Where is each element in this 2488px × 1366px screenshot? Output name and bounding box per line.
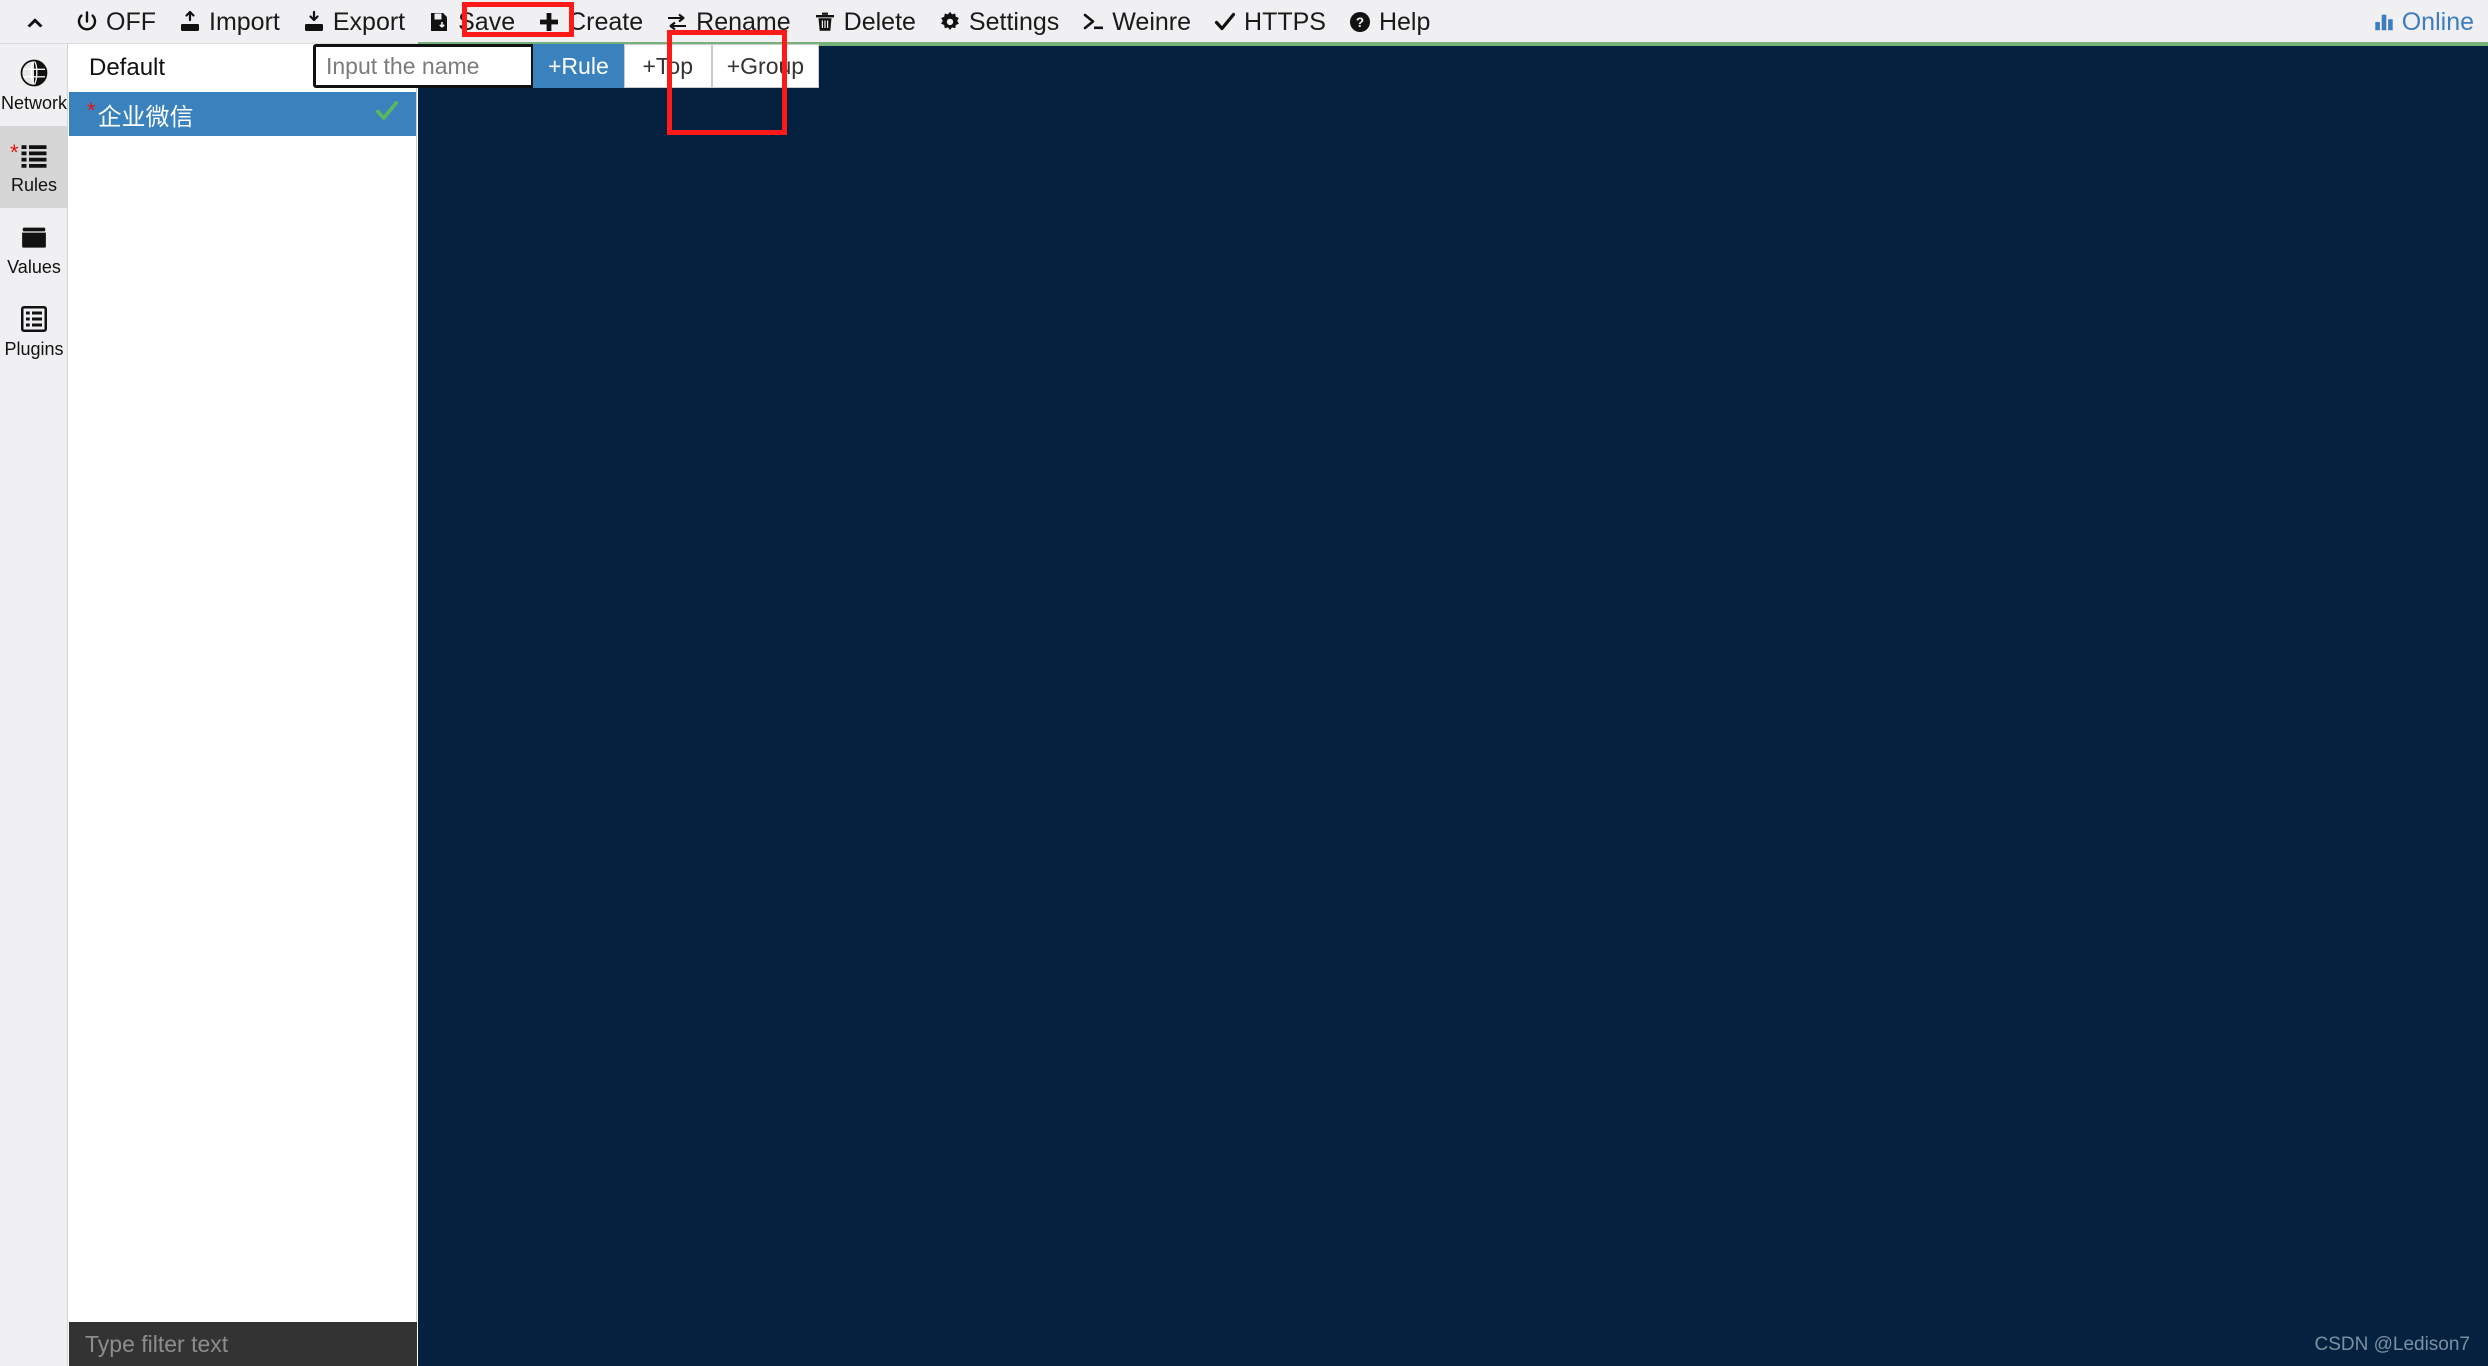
toolbar-label-weinre: Weinre [1112,8,1192,36]
chevron-up-icon [22,9,48,35]
sidebar-label-rules: Rules [10,175,58,195]
trash-icon [813,10,837,34]
collapse-toolbar-button[interactable] [0,0,64,44]
filter-input[interactable]: Type filter text [69,1322,417,1366]
list-item[interactable]: * 企业微信 [69,92,416,136]
toolbar-label-delete: Delete [843,8,916,36]
check-icon [1213,10,1237,34]
rule-modified-asterisk: * [87,98,96,123]
rename-icon [665,10,689,34]
watermark-label: CSDN @Ledison7 [2314,1334,2470,1355]
toolbar-item-save[interactable]: Save [416,0,526,44]
terminal-icon [1081,10,1105,34]
globe-icon [19,58,49,88]
toolbar-label-export: Export [332,8,406,36]
rules-list-panel: Default * 企业微信 Type filter text [69,44,417,1366]
question-circle-icon: ? [1348,10,1372,34]
rule-name-label: 企业微信 [97,103,194,131]
left-nav-rail: Network * Rules Values Plugins [0,44,68,1366]
add-rule-label: +Rule [548,52,609,79]
toolbar-label-help: Help [1378,8,1431,36]
sidebar-item-network[interactable]: Network [0,44,68,126]
toolbar-item-help[interactable]: ? Help [1337,0,1441,44]
save-icon [427,10,451,34]
check-icon[interactable] [374,98,400,131]
folder-icon [19,222,49,252]
rules-modified-asterisk: * [10,140,19,165]
toolbar-item-settings[interactable]: Settings [927,0,1070,44]
import-icon [178,10,202,34]
toolbar-item-export[interactable]: Export [291,0,416,44]
list-icon [19,140,49,170]
toolbar-item-https[interactable]: HTTPS [1202,0,1337,44]
plugins-icon [19,304,49,334]
toolbar-item-rename[interactable]: Rename [654,0,802,44]
sidebar-item-rules[interactable]: * Rules [0,126,68,208]
online-status-label: Online [2401,7,2474,36]
sidebar-label-plugins: Plugins [4,339,64,359]
toolbar-item-import[interactable]: Import [167,0,291,44]
toolbar-label-import: Import [209,8,280,36]
toolbar-label-settings: Settings [968,8,1060,36]
toolbar-label-save: Save [458,8,516,36]
sidebar-label-values: Values [7,257,61,277]
filter-placeholder-label: Type filter text [85,1330,229,1357]
create-rule-bar: +Rule +Top +Group [313,44,820,88]
sidebar-label-network: Network [0,93,67,113]
svg-text:?: ? [1356,15,1364,30]
export-icon [302,10,326,34]
toolbar-label-off: OFF [106,8,156,36]
online-status-button[interactable]: Online [2373,0,2474,44]
toolbar-item-off[interactable]: OFF [64,0,167,44]
editor-content-area[interactable]: CSDN @Ledison7 [418,46,2488,1366]
sidebar-item-values[interactable]: Values [0,208,68,290]
bar-chart-icon [2373,11,2395,33]
toolbar-item-weinre[interactable]: Weinre [1070,0,1202,44]
add-group-button[interactable]: +Group [711,44,820,88]
plus-icon [537,10,561,34]
add-top-label: +Top [642,52,693,79]
toolbar-item-delete[interactable]: Delete [802,0,927,44]
top-toolbar: OFF Import Export Save Create Rename Del… [0,0,2488,44]
sidebar-item-plugins[interactable]: Plugins [0,290,68,372]
power-icon [75,10,99,34]
toolbar-label-rename: Rename [696,8,791,36]
add-top-button[interactable]: +Top [623,44,712,88]
add-rule-button[interactable]: +Rule [533,44,624,88]
toolbar-item-create[interactable]: Create [526,0,654,44]
toolbar-label-https: HTTPS [1244,8,1326,36]
gear-icon [938,10,962,34]
toolbar-label-create: Create [568,8,644,36]
rules-group-header-label: Default [89,54,166,81]
add-group-label: +Group [726,52,805,79]
rule-name-input[interactable] [313,44,533,88]
